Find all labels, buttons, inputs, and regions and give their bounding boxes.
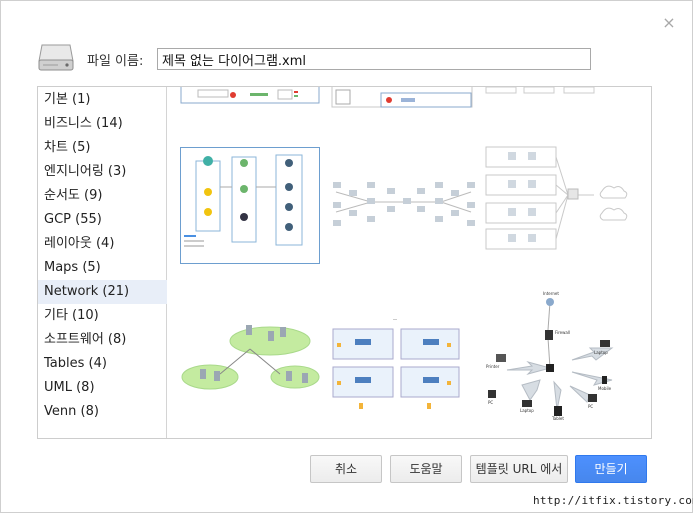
cancel-button[interactable]: 취소	[310, 455, 382, 483]
template-thumb-2[interactable]	[331, 87, 473, 109]
label-pc-2: PC	[588, 404, 593, 409]
category-list: 기본 (1) 비즈니스 (14) 차트 (5) 엔지니어링 (3) 순서도 (9…	[38, 87, 167, 438]
template-thumb-1[interactable]	[180, 87, 320, 105]
create-button[interactable]: 만들기	[575, 455, 647, 483]
category-item-uml[interactable]: UML (8)	[38, 376, 167, 400]
category-item-layout[interactable]: 레이아웃 (4)	[38, 232, 167, 256]
template-thumb-office-network[interactable]: Internet Firewall Printer Laptop Mobile …	[482, 290, 617, 432]
footer-url: http://itfix.tistory.com	[533, 494, 693, 507]
label-firewall: Firewall	[555, 330, 570, 335]
help-button[interactable]: 도움말	[390, 455, 462, 483]
label-laptop-2: Laptop	[520, 408, 534, 413]
close-icon[interactable]: ×	[661, 15, 677, 31]
category-item-software[interactable]: 소프트웨어 (8)	[38, 328, 167, 352]
category-item-venn[interactable]: Venn (8)	[38, 400, 167, 424]
category-item-maps[interactable]: Maps (5)	[38, 256, 167, 280]
category-item-charts[interactable]: 차트 (5)	[38, 136, 167, 160]
label-laptop: Laptop	[594, 350, 608, 355]
drive-icon	[38, 44, 74, 71]
new-diagram-dialog: × 파일 이름: 기본 (1) 비즈니스 (14) 차트 (5) 엔지니어링 (…	[0, 0, 693, 513]
label-mobile: Mobile	[598, 386, 612, 391]
category-item-network[interactable]: Network (21)	[38, 280, 167, 304]
template-thumb-cloud[interactable]	[484, 143, 629, 251]
template-gallery: Internet Firewall Printer Laptop Mobile …	[168, 87, 651, 438]
category-item-gcp[interactable]: GCP (55)	[38, 208, 167, 232]
category-item-tables[interactable]: Tables (4)	[38, 352, 167, 376]
template-thumb-wireless[interactable]	[180, 319, 320, 394]
category-item-business[interactable]: 비즈니스 (14)	[38, 112, 167, 136]
template-url-button[interactable]: 템플릿 URL 에서	[470, 455, 568, 483]
template-browser: 기본 (1) 비즈니스 (14) 차트 (5) 엔지니어링 (3) 순서도 (9…	[37, 86, 652, 439]
label-tablet: Tablet	[551, 416, 564, 421]
template-thumb-racks[interactable]	[331, 319, 461, 411]
category-item-basic[interactable]: 기본 (1)	[38, 88, 167, 112]
template-thumb-gcp-flow[interactable]	[180, 147, 320, 265]
category-item-other[interactable]: 기타 (10)	[38, 304, 167, 328]
filename-label: 파일 이름:	[87, 54, 144, 69]
label-printer: Printer	[486, 364, 500, 369]
filename-input[interactable]	[157, 48, 591, 70]
category-item-engineering[interactable]: 엔지니어링 (3)	[38, 160, 167, 184]
template-thumb-3[interactable]	[484, 87, 604, 97]
label-pc-1: PC	[488, 400, 493, 405]
template-thumb-mesh[interactable]	[331, 172, 476, 234]
label-internet: Internet	[543, 291, 559, 296]
category-item-flowcharts[interactable]: 순서도 (9)	[38, 184, 167, 208]
